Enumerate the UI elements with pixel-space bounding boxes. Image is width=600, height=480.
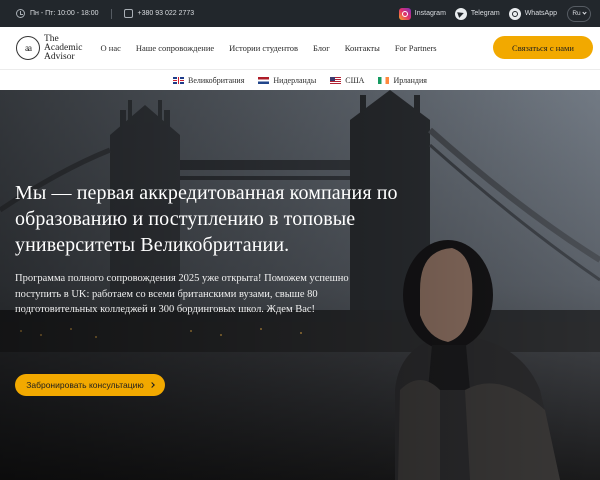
netherlands-flag-icon <box>258 76 270 84</box>
nav-partners[interactable]: For Partners <box>395 43 437 53</box>
uk-flag-icon <box>173 76 185 84</box>
whatsapp-icon <box>508 7 521 20</box>
nav-contacts[interactable]: Контакты <box>345 43 380 53</box>
logo[interactable]: aa The Academic Advisor <box>16 34 83 62</box>
ireland-flag-icon <box>378 76 390 84</box>
phone-text: +380 93 022 2773 <box>137 10 195 17</box>
divider <box>110 8 112 19</box>
hero-section: Мы — первая аккредитованная компания по … <box>0 90 600 480</box>
instagram-label: Instagram <box>414 10 446 17</box>
us-flag-icon <box>330 76 342 84</box>
logo-text: The Academic Advisor <box>44 34 83 62</box>
country-us[interactable]: США <box>330 76 364 85</box>
main-header: aa The Academic Advisor О нас Наше сопро… <box>0 27 600 69</box>
telegram-label: Telegram <box>470 10 500 17</box>
nav-blog[interactable]: Блог <box>313 43 330 53</box>
country-ie[interactable]: Ирландия <box>378 76 427 85</box>
nav-services[interactable]: Наше сопровождение <box>136 43 214 53</box>
language-select[interactable]: Ru <box>567 5 591 22</box>
language-value: Ru <box>572 10 581 17</box>
chevron-down-icon <box>582 10 587 15</box>
hero-content: Мы — первая аккредитованная компания по … <box>15 180 415 318</box>
phone-icon <box>123 9 133 18</box>
country-nl-label: Нидерланды <box>273 75 317 85</box>
whatsapp-label: WhatsApp <box>524 10 557 17</box>
telegram-link[interactable]: Telegram <box>454 7 500 20</box>
book-consultation-button[interactable]: Забронировать консультацию <box>15 374 165 396</box>
instagram-icon <box>398 7 411 20</box>
telegram-icon <box>454 7 467 20</box>
main-nav: О нас Наше сопровождение Истории студент… <box>101 43 452 53</box>
whatsapp-link[interactable]: WhatsApp <box>508 7 557 20</box>
chevron-right-icon <box>148 382 155 388</box>
country-menu: Великобритания Нидерланды США Ирландия <box>0 69 600 90</box>
top-bar: Пн - Пт: 10:00 - 18:00 +380 93 022 2773 … <box>0 0 600 27</box>
nav-stories[interactable]: Истории студентов <box>229 43 298 53</box>
book-consultation-label: Забронировать консультацию <box>26 380 144 390</box>
working-hours-text: Пн - Пт: 10:00 - 18:00 <box>30 10 99 17</box>
country-ie-label: Ирландия <box>393 75 427 85</box>
hero-title: Мы — первая аккредитованная компания по … <box>15 182 398 256</box>
contact-us-button[interactable]: Связаться с нами <box>493 36 593 59</box>
country-uk-label: Великобритания <box>188 75 245 85</box>
logo-line-3: Advisor <box>44 51 75 62</box>
instagram-link[interactable]: Instagram <box>398 7 446 20</box>
country-uk[interactable]: Великобритания <box>173 76 244 85</box>
phone-link[interactable]: +380 93 022 2773 <box>123 9 195 18</box>
logo-mark: aa <box>16 36 40 60</box>
country-nl[interactable]: Нидерланды <box>258 76 316 85</box>
country-us-label: США <box>345 75 365 85</box>
nav-about[interactable]: О нас <box>101 43 121 53</box>
clock-icon <box>16 9 25 18</box>
hero-subtitle: Программа полного сопровождения 2025 уже… <box>15 273 349 315</box>
working-hours: Пн - Пт: 10:00 - 18:00 <box>16 9 99 18</box>
